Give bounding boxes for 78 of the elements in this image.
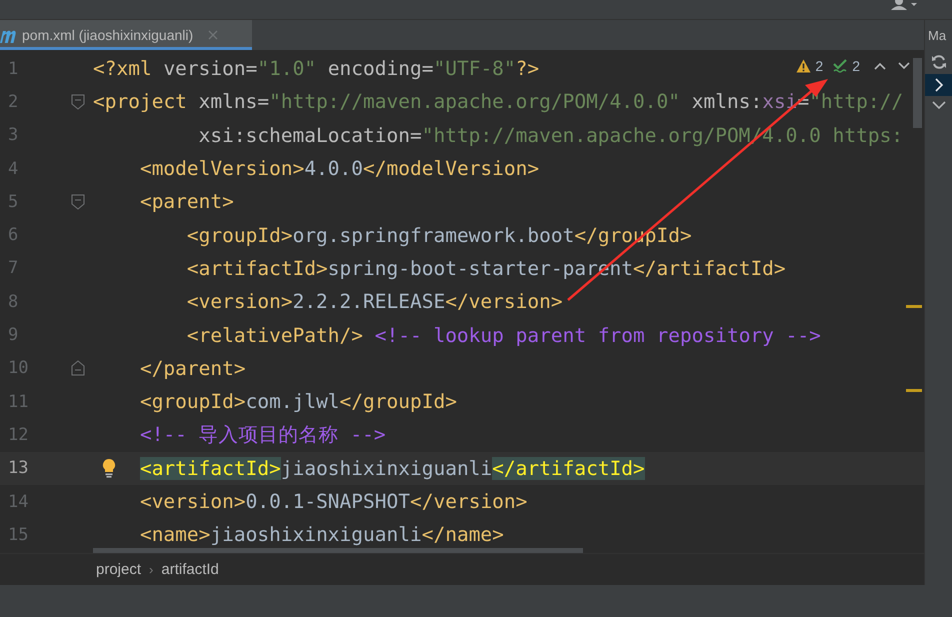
expand-button[interactable] bbox=[925, 74, 952, 96]
attribute-name: xmlns: bbox=[690, 90, 762, 114]
line-number: 2 bbox=[7, 92, 20, 112]
collapse-icon[interactable] bbox=[70, 360, 84, 376]
tab-title: pom.xml (jiaoshixinxiguanli) bbox=[22, 26, 194, 42]
xml-tag: <name> bbox=[140, 523, 210, 546]
line-number: 12 bbox=[7, 424, 30, 445]
xml-tag: <modelVersion> bbox=[140, 157, 304, 180]
element-text: org.springframework.boot bbox=[292, 224, 574, 247]
element-text: 0.0.1-SNAPSHOT bbox=[246, 490, 410, 513]
element-text: 4.0.0 bbox=[304, 157, 364, 180]
line-number: 3 bbox=[7, 125, 20, 146]
collapse-icon[interactable] bbox=[70, 194, 84, 210]
attribute-value: "1.0" bbox=[257, 57, 316, 80]
line-number: 11 bbox=[7, 392, 30, 412]
xml-tag: </name> bbox=[422, 523, 504, 546]
attribute-name: version= bbox=[162, 57, 258, 80]
user-icon[interactable] bbox=[890, 0, 920, 10]
line-number: 8 bbox=[7, 292, 20, 312]
editor-tab[interactable]: pom.xml (jiaoshixinxiguanli) bbox=[0, 20, 252, 50]
xml-tag: <project bbox=[93, 90, 187, 114]
xml-tag: <groupId> bbox=[140, 390, 246, 414]
line-number: 5 bbox=[7, 192, 20, 212]
element-text: jiaoshixinxiguanli bbox=[280, 456, 492, 480]
line-number: 15 bbox=[7, 524, 30, 545]
scrollbar-thumb[interactable] bbox=[93, 548, 583, 553]
element-text: com.jlwl bbox=[246, 390, 340, 414]
attribute-value: "http:// bbox=[809, 90, 904, 114]
chevron-down-icon bbox=[932, 100, 946, 110]
code-comment: <!-- 导入项目的名称 --> bbox=[140, 422, 386, 448]
line-number: 9 bbox=[7, 325, 20, 346]
chevron-down-icon bbox=[898, 62, 910, 70]
line-number: 4 bbox=[7, 158, 20, 179]
attribute-value: "UTF-8" bbox=[433, 57, 516, 80]
attribute-value: "http://maven.apache.org/POM/4.0.0" bbox=[269, 90, 680, 114]
line-number: 14 bbox=[7, 492, 30, 512]
xml-tag: ?> bbox=[516, 57, 540, 80]
chevron-right-icon bbox=[934, 78, 944, 92]
xml-tag: </artifactId> bbox=[492, 456, 645, 480]
xml-tag: </groupId> bbox=[340, 390, 457, 414]
xml-tag: </modelVersion> bbox=[363, 157, 540, 180]
xml-tag: <relativePath/> bbox=[186, 324, 364, 347]
attribute-name: encoding= bbox=[326, 57, 434, 80]
element-text: jiaoshixinxiguanli bbox=[210, 523, 422, 546]
collapse-icon[interactable] bbox=[70, 94, 84, 110]
xml-tag: <artifactId> bbox=[186, 256, 328, 280]
xml-tag: </parent> bbox=[140, 356, 246, 380]
typo-count: 2 bbox=[852, 58, 860, 74]
attribute-name: xsi:schemaLocation= bbox=[198, 124, 422, 147]
namespace-prefix: xsi bbox=[762, 90, 798, 114]
lightbulb-icon[interactable] bbox=[102, 458, 116, 478]
warning-count: 2 bbox=[815, 58, 824, 74]
breadcrumb-item[interactable]: project bbox=[96, 561, 142, 578]
xml-tag: <parent> bbox=[140, 190, 234, 214]
panel-title[interactable]: Ma bbox=[925, 20, 946, 50]
scrollbar-thumb[interactable] bbox=[913, 58, 922, 128]
xml-tag: </version> bbox=[445, 290, 563, 314]
line-number: 6 bbox=[7, 225, 20, 246]
xml-tag: <version> bbox=[186, 290, 293, 314]
line-number: 13 bbox=[7, 458, 30, 478]
chevron-up-icon bbox=[874, 62, 886, 70]
xml-tag: </artifactId> bbox=[633, 256, 786, 280]
breadcrumb-item[interactable]: artifactId bbox=[161, 561, 219, 578]
line-number: 1 bbox=[7, 58, 20, 79]
xml-tag: <groupId> bbox=[186, 224, 293, 247]
breadcrumb-separator: › bbox=[149, 562, 154, 577]
element-text: 2.2.2.RELEASE bbox=[292, 290, 446, 314]
xml-tag: </version> bbox=[410, 490, 528, 513]
line-number: 7 bbox=[7, 258, 20, 278]
xml-tag: <artifactId> bbox=[140, 456, 281, 480]
checkmark-icon[interactable] bbox=[833, 59, 848, 73]
code-comment: <!-- lookup parent from repository --> bbox=[374, 324, 821, 347]
xml-tag: <?xml bbox=[93, 57, 152, 80]
warning-icon[interactable] bbox=[796, 59, 812, 73]
xml-tag: <version> bbox=[140, 490, 246, 513]
line-number: 10 bbox=[7, 358, 30, 378]
attribute-name: xmlns= bbox=[198, 90, 270, 114]
refresh-icon bbox=[930, 54, 946, 70]
